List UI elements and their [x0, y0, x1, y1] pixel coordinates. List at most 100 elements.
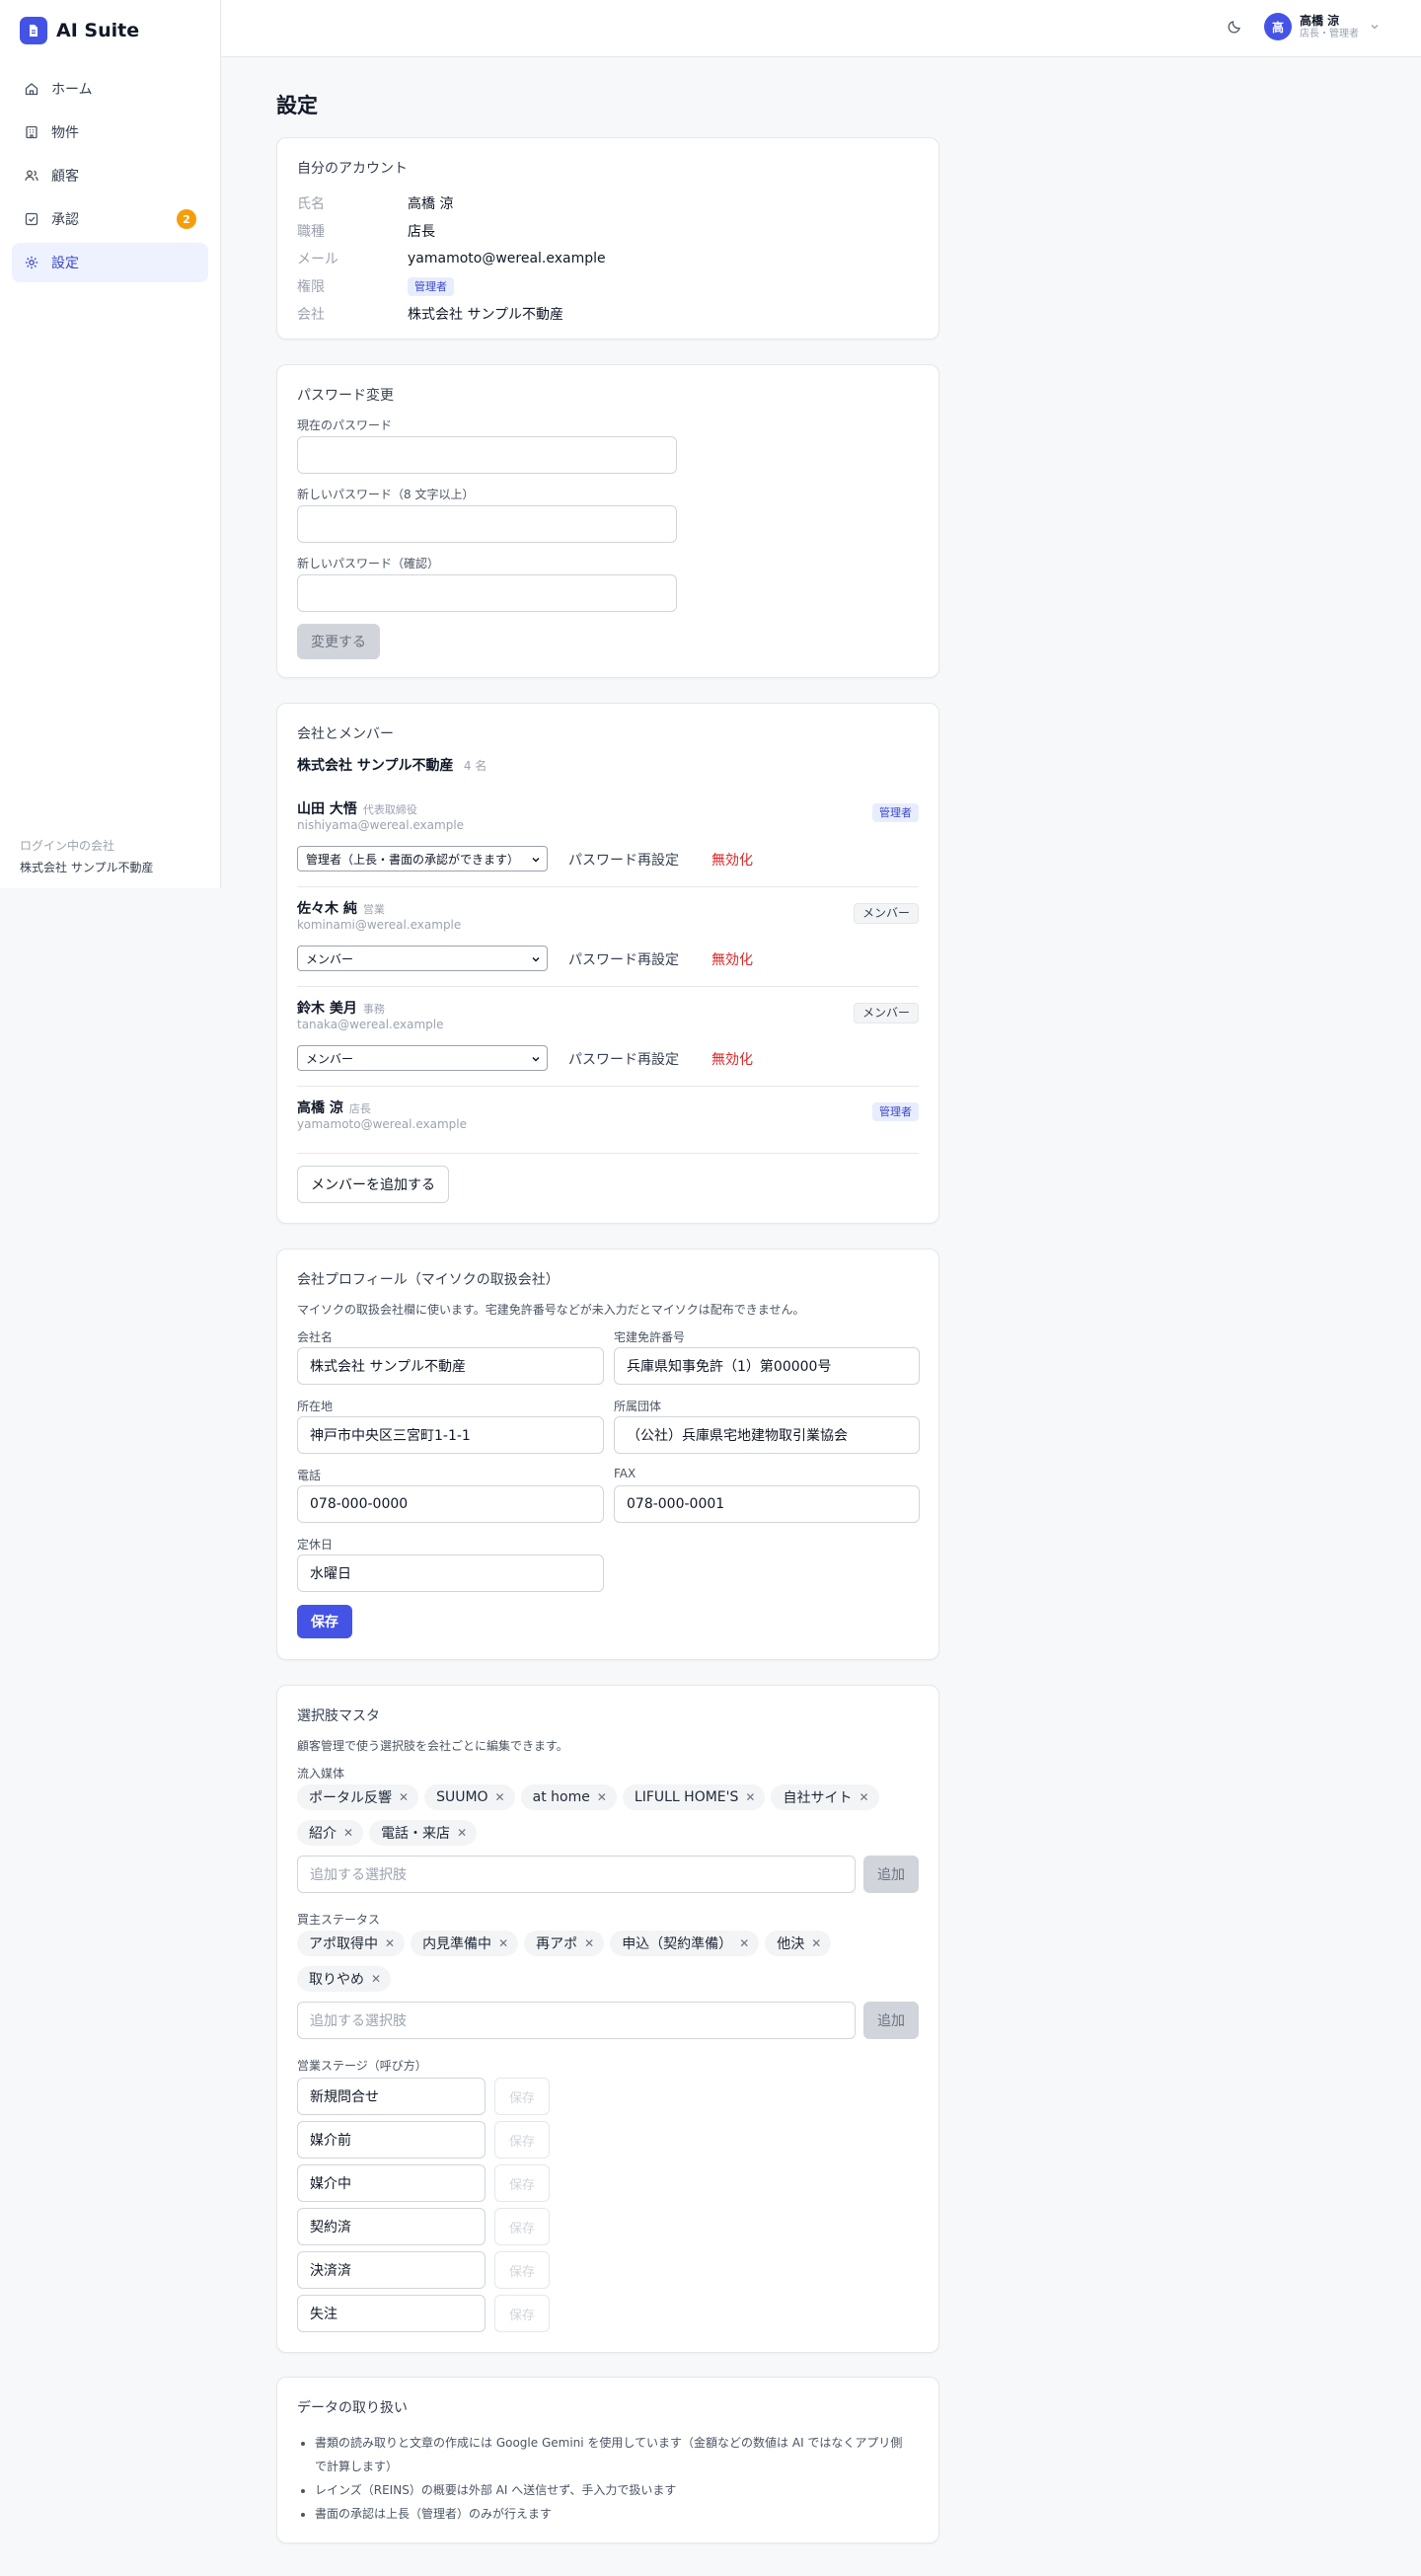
deactivate-link[interactable]: 無効化 [711, 850, 753, 870]
holiday-label: 定休日 [297, 1538, 334, 1552]
company-name-input[interactable]: 株式会社 サンプル不動産 [297, 1347, 604, 1385]
sidebar-item-properties[interactable]: 物件 [12, 113, 208, 152]
stage-save-button[interactable]: 保存 [494, 2251, 550, 2289]
member-name: 鈴木 美月 [297, 1001, 357, 1017]
members-card: 会社とメンバー 株式会社 サンプル不動産 4 名 山田 大悟 代表取締役 nish… [276, 703, 939, 1224]
member-role-badge: 管理者 [872, 1102, 919, 1121]
license-input[interactable]: 兵庫県知事免許（1）第00000号 [614, 1347, 920, 1385]
close-icon[interactable]: ✕ [859, 1790, 868, 1804]
reset-password-link[interactable]: パスワード再設定 [568, 1049, 679, 1069]
stage-input[interactable]: 失注 [297, 2295, 486, 2332]
dark-mode-toggle[interactable] [1224, 18, 1245, 39]
stage-input[interactable]: 契約済 [297, 2208, 486, 2245]
sidebar-item-label: 顧客 [51, 169, 79, 185]
account-row-company: 会社 株式会社 サンプル不動産 [297, 300, 889, 328]
close-icon[interactable]: ✕ [343, 1826, 353, 1840]
inflow-add-input[interactable]: 追加する選択肢 [297, 1856, 856, 1893]
holiday-input[interactable]: 水曜日 [297, 1554, 604, 1592]
sidebar-nav: ホーム 物件 顧客 承認 2 設定 [12, 69, 208, 286]
chip-label: 申込（契約準備） [622, 1936, 733, 1952]
reset-password-link[interactable]: パスワード再設定 [568, 949, 679, 969]
option-chip: 紹介 ✕ [297, 1820, 364, 1846]
option-chip: LIFULL HOME'S ✕ [622, 1784, 766, 1810]
change-password-button[interactable]: 変更する [297, 624, 380, 659]
option-chip: 再アポ ✕ [524, 1931, 605, 1956]
building-icon [24, 124, 39, 140]
inflow-add-button[interactable]: 追加 [863, 1856, 919, 1893]
sidebar-item-home[interactable]: ホーム [12, 69, 208, 109]
stage-save-button[interactable]: 保存 [494, 2121, 550, 2159]
close-icon[interactable]: ✕ [584, 1936, 594, 1950]
account-key: 権限 [297, 279, 325, 295]
inflow-chips: ポータル反響 ✕ SUUMO ✕ at home ✕ LIFULL HOME'S ✕ 自… [297, 1784, 929, 1856]
reset-password-link[interactable]: パスワード再設定 [568, 850, 679, 870]
stage-input[interactable]: 媒介中 [297, 2164, 486, 2202]
member-role-badge: メンバー [853, 903, 919, 924]
deactivate-link[interactable]: 無効化 [711, 1049, 753, 1069]
role-select[interactable]: メンバー [297, 946, 548, 971]
confirm-password-label: 新しいパスワード（確認） [297, 557, 440, 570]
close-icon[interactable]: ✕ [739, 1936, 749, 1950]
profile-description: マイソクの取扱会社欄に使います。宅建免許番号などが未入力だとマイソクは配布できま… [297, 1303, 805, 1317]
close-icon[interactable]: ✕ [597, 1790, 607, 1804]
stage-save-button[interactable]: 保存 [494, 2078, 550, 2115]
data-handling-card: データの取り扱い 書類の読み取りと文章の作成には Google Gemini を… [276, 2377, 939, 2543]
save-profile-button[interactable]: 保存 [297, 1605, 352, 1638]
close-icon[interactable]: ✕ [385, 1936, 395, 1950]
deactivate-link[interactable]: 無効化 [711, 949, 753, 969]
stage-input[interactable]: 新規問合せ [297, 2078, 486, 2115]
data-handling-title: データの取り扱い [297, 2400, 408, 2416]
member-email: kominami@wereal.example [297, 918, 462, 932]
close-icon[interactable]: ✕ [457, 1826, 467, 1840]
buyer-status-label: 買主ステータス [297, 1913, 381, 1927]
buyer-status-chips: アポ取得中 ✕ 内見準備中 ✕ 再アポ ✕ 申込（契約準備） ✕ 他決 ✕ 取りやめ ✕ [297, 1931, 929, 2002]
stage-save-button[interactable]: 保存 [494, 2164, 550, 2202]
chevron-down-icon [1369, 21, 1381, 33]
current-password-input[interactable] [297, 436, 677, 474]
divider [297, 886, 919, 887]
buyer-status-add-button[interactable]: 追加 [863, 2002, 919, 2039]
add-member-button[interactable]: メンバーを追加する [297, 1166, 449, 1203]
stage-input[interactable]: 決済済 [297, 2251, 486, 2289]
close-icon[interactable]: ✕ [495, 1790, 505, 1804]
option-chip: 自社サイト ✕ [771, 1784, 879, 1810]
sidebar-item-settings[interactable]: 設定 [12, 243, 208, 282]
option-chip: 他決 ✕ [765, 1931, 832, 1956]
sidebar-item-approvals[interactable]: 承認 2 [12, 199, 208, 239]
stage-save-button[interactable]: 保存 [494, 2208, 550, 2245]
list-item: 書類の読み取りと文章の作成には Google Gemini を使用しています（金… [315, 2431, 907, 2478]
option-chip: 申込（契約準備） ✕ [610, 1931, 760, 1956]
options-master-card: 選択肢マスタ 顧客管理で使う選択肢を会社ごとに編集できます。 流入媒体 ポータル… [276, 1685, 939, 2353]
close-icon[interactable]: ✕ [399, 1790, 409, 1804]
member-email: tanaka@wereal.example [297, 1018, 444, 1031]
close-icon[interactable]: ✕ [498, 1936, 508, 1950]
confirm-password-input[interactable] [297, 574, 677, 612]
license-label: 宅建免許番号 [614, 1330, 686, 1344]
stage-save-button[interactable]: 保存 [494, 2295, 550, 2332]
role-select[interactable]: 管理者（上長・書面の承認ができます） [297, 846, 548, 871]
fax-input[interactable]: 078-000-0001 [614, 1485, 920, 1523]
brand[interactable]: AI Suite [20, 17, 139, 44]
role-select[interactable]: メンバー [297, 1045, 548, 1071]
moon-icon [1227, 19, 1242, 38]
chip-label: LIFULL HOME'S [634, 1789, 739, 1805]
phone-input[interactable]: 078-000-0000 [297, 1485, 604, 1523]
member-name: 高橋 涼 [297, 1100, 343, 1116]
new-password-input[interactable] [297, 505, 677, 543]
close-icon[interactable]: ✕ [371, 1972, 381, 1986]
sidebar-item-customers[interactable]: 顧客 [12, 156, 208, 195]
stage-input[interactable]: 媒介前 [297, 2121, 486, 2159]
close-icon[interactable]: ✕ [745, 1790, 755, 1804]
user-role: 店長・管理者 [1300, 28, 1359, 39]
association-input[interactable]: （公社）兵庫県宅地建物取引業協会 [614, 1416, 920, 1454]
buyer-status-add-input[interactable]: 追加する選択肢 [297, 2002, 856, 2039]
option-chip: 電話・来店 ✕ [369, 1820, 478, 1846]
account-title: 自分のアカウント [297, 161, 408, 177]
close-icon[interactable]: ✕ [811, 1936, 821, 1950]
divider [297, 1153, 919, 1154]
address-input[interactable]: 神戸市中央区三宮町1-1-1 [297, 1416, 604, 1454]
member-title: 店長 [348, 1102, 371, 1115]
user-menu[interactable]: 高 高橋 涼 店長・管理者 [1264, 13, 1381, 40]
role-badge: 管理者 [408, 276, 454, 296]
users-icon [24, 168, 39, 184]
